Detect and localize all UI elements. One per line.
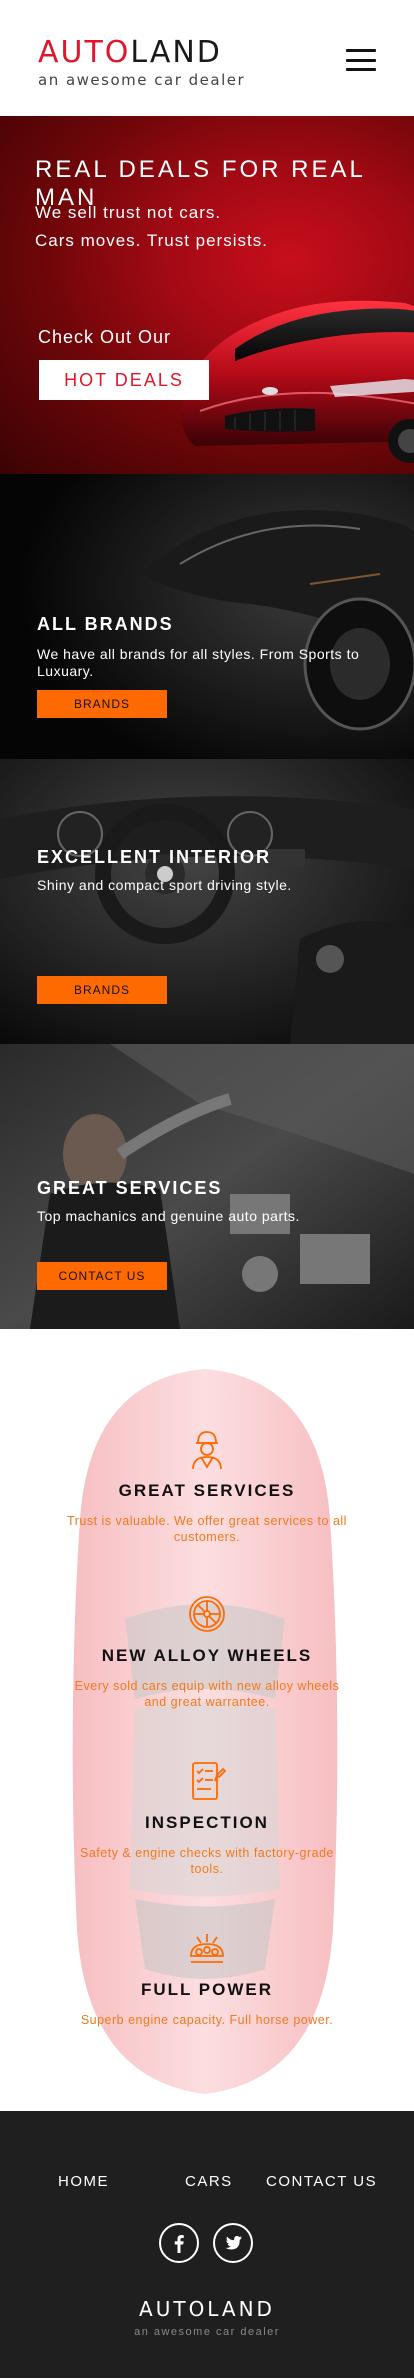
facebook-glyph [174, 2235, 184, 2253]
menu-bar [346, 58, 376, 62]
menu-bar [346, 68, 376, 71]
footer-link-cars[interactable]: CARS [185, 2173, 233, 2190]
service-text: Every sold cars equip with new alloy whe… [74, 1679, 340, 1709]
service-text: Trust is valuable. We offer great servic… [67, 1514, 347, 1544]
facebook-icon[interactable] [159, 2223, 199, 2263]
service-text: Safety & engine checks with factory-grad… [80, 1846, 334, 1876]
service-item: INSPECTION Safety & engine checks with f… [0, 1759, 414, 1877]
site-header: AUTOLAND an awesome car dealer [0, 0, 414, 116]
panel-text: Top machanics and genuine auto parts. [37, 1208, 300, 1224]
panel-title: EXCELLENT INTERIOR [37, 847, 272, 867]
panel-text: We have all brands for all styles. From … [37, 646, 360, 679]
mechanic-icon [192, 1431, 222, 1470]
panel-text: Shiny and compact sport driving style. [37, 877, 292, 893]
great-services-panel: GREAT SERVICES Top machanics and genuine… [0, 1044, 414, 1329]
footer-logo[interactable]: AUTOLAND [0, 2297, 414, 2321]
logo-title: AUTOLAND [38, 38, 245, 68]
logo-land-text: LAND [130, 35, 222, 70]
brands-button[interactable]: BRANDS [37, 690, 167, 718]
service-item: GREAT SERVICES Trust is valuable. We off… [0, 1427, 414, 1545]
panel-title: ALL BRANDS [37, 614, 174, 634]
red-sports-car-image [181, 300, 414, 463]
service-title: INSPECTION [145, 1813, 269, 1832]
hot-deals-button[interactable]: HOT DEALS [39, 360, 209, 400]
hero-tagline-2: Cars moves. Trust persists. [35, 231, 268, 250]
engine-power-icon [190, 1934, 224, 1963]
hamburger-menu-icon[interactable] [346, 49, 376, 71]
footer-tagline: an awesome car dealer [134, 2326, 280, 2338]
site-footer: HOME CARS CONTACT US AUTOLAND an awesome… [0, 2111, 414, 2378]
service-title: FULL POWER [140, 1980, 274, 1999]
brands-button[interactable]: BRANDS [37, 976, 167, 1004]
hero-checkout-text: Check Out Our [38, 327, 172, 347]
twitter-icon[interactable] [213, 2223, 253, 2263]
menu-bar [346, 49, 376, 52]
service-item: NEW ALLOY WHEELS Every sold cars equip w… [0, 1592, 414, 1710]
alloy-wheel-icon [189, 1596, 225, 1632]
logo[interactable]: AUTOLAND an awesome car dealer [38, 38, 246, 90]
services-section: GREAT SERVICES Trust is valuable. We off… [0, 1329, 414, 2111]
twitter-glyph [225, 2236, 242, 2250]
hero-banner: REAL DEALS FOR REAL MAN We sell trust no… [0, 116, 414, 474]
footer-link-contact-us[interactable]: CONTACT US [266, 2173, 377, 2190]
inspection-checklist-icon [192, 1762, 227, 1800]
excellent-interior-panel: EXCELLENT INTERIOR Shiny and compact spo… [0, 759, 414, 1044]
contact-us-button[interactable]: CONTACT US [37, 1262, 167, 1290]
service-title: GREAT SERVICES [118, 1481, 296, 1500]
footer-link-home[interactable]: HOME [58, 2173, 109, 2190]
panel-title: GREAT SERVICES [37, 1178, 223, 1198]
logo-tagline: an awesome car dealer [38, 71, 246, 89]
logo-auto-text: AUTO [38, 35, 131, 70]
service-text: Superb engine capacity. Full horse power… [80, 2013, 334, 2027]
all-brands-panel: ALL BRANDS We have all brands for all st… [0, 474, 414, 759]
service-item: FULL POWER Superb engine capacity. Full … [0, 1926, 414, 2028]
service-title: NEW ALLOY WHEELS [101, 1646, 313, 1665]
hero-tagline-1: We sell trust not cars. [35, 203, 222, 222]
